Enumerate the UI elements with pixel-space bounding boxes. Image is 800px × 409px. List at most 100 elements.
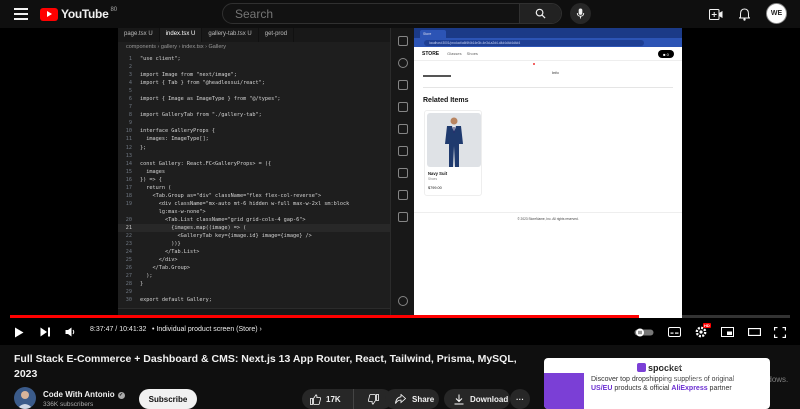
line-number: 9 [128, 120, 132, 127]
info-label: Info [552, 70, 559, 75]
code-text: "use client"; [140, 56, 181, 62]
files-icon [398, 36, 408, 46]
create-video-icon [709, 8, 723, 20]
code-line: 21 {images.map((image) => ( [118, 223, 414, 233]
suit-image [445, 117, 463, 167]
code-line: 2 [118, 63, 414, 71]
code-text: images [140, 168, 165, 175]
product-category: Shoes [428, 177, 438, 181]
code-text: import { Tab } from "@headlessui/react"; [140, 80, 265, 87]
logo-text: YouTube [61, 7, 109, 21]
progress-bar[interactable] [10, 315, 790, 318]
volume-icon [65, 327, 74, 337]
subtitles-button[interactable] [667, 325, 681, 339]
code-line: 9 [118, 119, 414, 127]
channel-name[interactable]: Code With Antonio ✓ [43, 390, 125, 399]
chapter-label: • Individual product screen (Store) [152, 326, 258, 333]
like-count: 17K [326, 394, 341, 404]
code-line: 29 [118, 288, 414, 296]
masthead: YouTube 80 WE [0, 0, 800, 28]
code-line: 18 <Tab.Group as="div" className="flex f… [118, 192, 414, 200]
cart-count: 0 [666, 51, 669, 57]
share-button[interactable]: Share [385, 389, 439, 409]
line-number: 26 [125, 265, 132, 272]
progress-played [10, 315, 640, 318]
notifications-button[interactable] [736, 6, 752, 22]
video-frame-code-editor: page.tsx U index.tsx U gallery-tab.tsx U… [118, 28, 414, 318]
miniplayer-button[interactable] [720, 325, 734, 339]
code-line: 6 import { Image as ImageType } from "@/t… [118, 95, 414, 103]
line-number: 22 [125, 233, 132, 240]
line-number: 10 [125, 128, 132, 135]
line-number: 27 [125, 273, 132, 280]
line-number: 3 [128, 72, 132, 79]
shopping-bag-icon: ■ [663, 51, 666, 57]
search-button[interactable] [519, 4, 561, 23]
product-name: Navy Suit [428, 171, 448, 176]
line-number [118, 208, 140, 216]
line-number: 30 [125, 297, 132, 304]
line-number: 29 [125, 289, 132, 296]
code-line: 5 [118, 87, 414, 95]
accounts-icon [398, 296, 408, 306]
code-line: 14 const Gallery: React.FC<GalleryProps> … [118, 160, 414, 168]
code-line: 20 <Tab.List className="grid grid-cols-4… [118, 216, 414, 224]
line-number: 6 [128, 96, 132, 103]
source-control-icon [398, 80, 408, 90]
search-icon [535, 8, 546, 19]
line-number: 15 [125, 168, 132, 175]
code-line: 1 "use client"; [118, 55, 414, 63]
store-navbar: STORE Glasses Shoes [414, 47, 682, 61]
code-text: } [140, 281, 144, 288]
code-line: 11 images: ImageType[]; [118, 135, 414, 143]
code-line: 16}) => { [118, 176, 414, 184]
more-horizontal-icon: ··· [516, 394, 524, 404]
subscribe-button[interactable]: Subscribe [139, 389, 197, 409]
line-number: 12 [125, 144, 132, 151]
store-footer: © 2023 StoreName, Inc. All rights reserv… [414, 212, 682, 221]
editor-tab: gallery-tab.tsx U [202, 28, 259, 42]
line-number: 4 [128, 80, 132, 87]
browser-url: localhost:3001/product/a6f4f4b14e3b-4e3d… [424, 39, 644, 46]
like-button[interactable]: 17K [302, 389, 354, 409]
browser-address-bar: localhost:3001/product/a6f4f4b14e3b-4e3d… [414, 38, 682, 47]
search-input[interactable] [223, 4, 519, 23]
account-avatar[interactable]: WE [766, 3, 787, 24]
theater-mode-button[interactable] [747, 325, 761, 339]
code-line: 4 import { Tab } from "@headlessui/react"… [118, 79, 414, 87]
code-line: 13 [118, 152, 414, 160]
chapter-title[interactable]: • Individual product screen (Store) › [152, 326, 262, 333]
activate-windows-title: Activate Windows [662, 358, 757, 372]
fullscreen-button[interactable] [773, 325, 787, 339]
youtube-logo[interactable]: YouTube 80 [40, 7, 117, 21]
download-button[interactable]: Download [444, 389, 510, 409]
code-line: 22 <GalleryTab key={image.id} image={ima… [118, 232, 414, 240]
more-actions-button[interactable]: ··· [510, 389, 530, 409]
channel-avatar[interactable] [14, 387, 36, 409]
share-label: Share [412, 394, 435, 404]
like-dislike-group: 17K [302, 389, 392, 409]
line-number: 16 [125, 176, 132, 183]
next-button[interactable] [38, 325, 52, 339]
play-button[interactable] [12, 325, 26, 339]
code-line: 30 export default Gallery; [118, 296, 414, 304]
download-icon [454, 394, 464, 404]
code-text: }; [140, 144, 147, 151]
voice-search-button[interactable] [570, 3, 591, 24]
menu-icon[interactable] [14, 8, 28, 20]
create-button[interactable] [708, 6, 724, 22]
search-icon [398, 58, 408, 68]
code-line: lg:max-w-none"> [118, 208, 414, 216]
chevron-right-icon: › [259, 326, 262, 333]
video-player[interactable]: page.tsx U index.tsx U gallery-tab.tsx U… [0, 28, 800, 345]
editor-tab: get-prod [259, 28, 295, 42]
ad-text: products & official [612, 385, 672, 392]
spocket-logo-icon [637, 363, 646, 372]
mute-button[interactable] [63, 325, 77, 339]
code-text: <Tab.List className="grid grid-cols-4 ga… [140, 216, 306, 223]
line-number: 5 [128, 88, 132, 95]
autoplay-toggle[interactable] [633, 325, 655, 339]
ad-highlight: US/EU [591, 385, 613, 392]
code-text: <div className="mx-auto mt-6 hidden w-fu… [140, 200, 350, 207]
code-text: </div> [140, 257, 178, 264]
